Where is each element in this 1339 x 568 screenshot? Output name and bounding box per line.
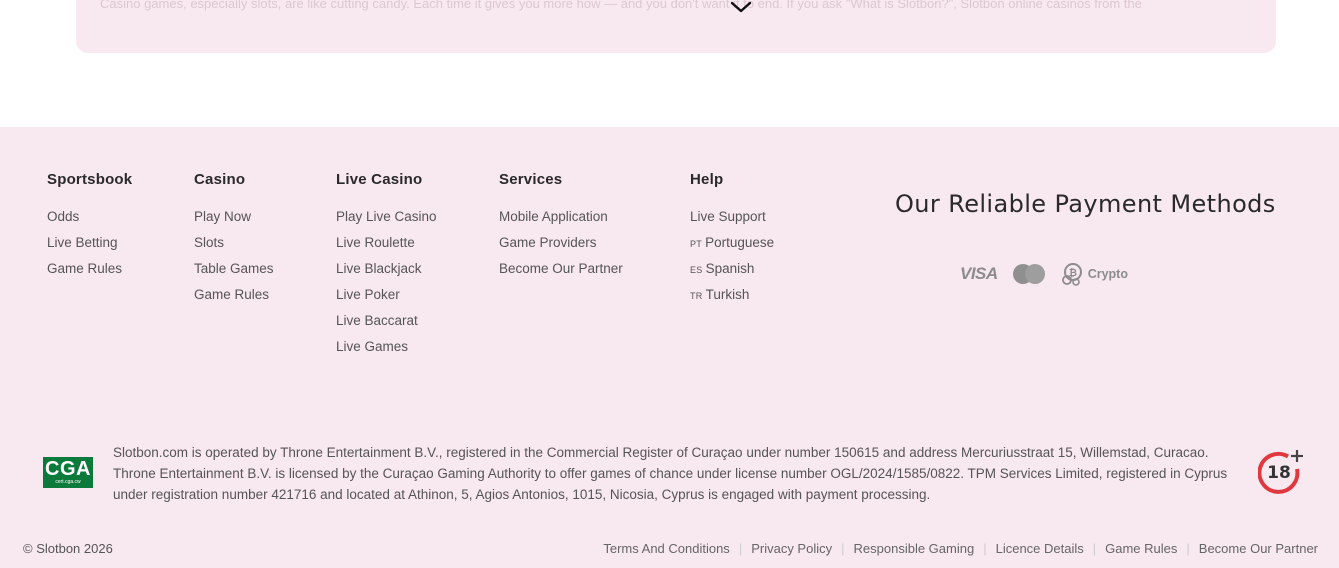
link-separator: | [738, 541, 743, 556]
cga-badge-text: CGA [45, 458, 91, 480]
crypto-coins-icon: ₿ [1061, 263, 1082, 286]
footer-column-sportsbook: Sportsbook Odds Live Betting Game Rules [47, 171, 132, 286]
footer-link[interactable]: Mobile Application [499, 208, 623, 234]
link-separator: | [841, 541, 845, 556]
language-code: ES [690, 265, 703, 275]
footer-link[interactable]: Slots [194, 234, 274, 260]
column-title: Help [690, 171, 724, 188]
footer-link[interactable]: Game Providers [499, 234, 623, 260]
footer-column-live-casino: Live Casino Play Live Casino Live Roulet… [336, 171, 437, 364]
responsible-gaming-link[interactable]: Responsible Gaming [854, 541, 975, 556]
crypto-payment: ₿ Crypto [1061, 262, 1128, 286]
seo-text-line: Casino games, especially slots, are like… [100, 0, 1142, 11]
column-title: Sportsbook [47, 171, 133, 188]
footer-link[interactable]: Game Rules [194, 286, 274, 312]
licence-details-link[interactable]: Licence Details [996, 541, 1084, 556]
footer-link[interactable]: Live Blackjack [336, 260, 437, 286]
footer-link[interactable]: Live Games [336, 338, 437, 364]
age-18-plus-icon: 18 [1258, 450, 1303, 494]
column-title: Services [499, 171, 563, 188]
mastercard-icon [1012, 264, 1045, 284]
footer-link[interactable]: Become Our Partner [499, 260, 623, 286]
seo-text-card: Casino games, especially slots, are like… [76, 0, 1276, 53]
footer-column-services: Services Mobile Application Game Provide… [499, 171, 623, 286]
footer-link[interactable]: Table Games [194, 260, 274, 286]
bottom-links: Terms And Conditions | Privacy Policy | … [603, 541, 1318, 556]
site-footer: Sportsbook Odds Live Betting Game Rules … [0, 127, 1339, 568]
link-label: Turkish [705, 287, 750, 302]
crypto-label: Crypto [1087, 267, 1128, 281]
language-code: PT [690, 239, 703, 249]
license-text: Slotbon.com is operated by Throne Entert… [113, 445, 1228, 502]
terms-link[interactable]: Terms And Conditions [603, 541, 729, 556]
expand-button[interactable] [729, 0, 753, 16]
payment-methods-title: Our Reliable Payment Methods [895, 190, 1276, 218]
cga-badge-url: cert.cga.cw [55, 479, 81, 485]
chevron-down-icon [730, 1, 752, 13]
age-value: 18 [1267, 463, 1291, 483]
language-link-spanish[interactable]: ES Spanish [690, 260, 774, 286]
language-link-portuguese[interactable]: PT Portuguese [690, 234, 774, 260]
language-link-turkish[interactable]: TR Turkish [690, 286, 774, 312]
footer-link[interactable]: Play Now [194, 208, 274, 234]
column-title: Live Casino [336, 171, 423, 188]
payment-methods-row: VISA ₿ Crypto [960, 262, 1128, 286]
link-separator: | [983, 541, 987, 556]
language-code: TR [690, 291, 703, 301]
link-label: Live Support [690, 209, 766, 224]
copyright-text: © Slotbon 2026 [23, 541, 113, 556]
privacy-link[interactable]: Privacy Policy [751, 541, 832, 556]
link-label: Portuguese [705, 235, 775, 250]
link-separator: | [1186, 541, 1190, 556]
footer-link[interactable]: Odds [47, 208, 132, 234]
game-rules-link[interactable]: Game Rules [1105, 541, 1177, 556]
footer-column-help: Help Live Support PT Portuguese ES Spanish… [690, 171, 774, 312]
footer-link[interactable]: Live Poker [336, 286, 437, 312]
footer-column-casino: Casino Play Now Slots Table Games Game R… [194, 171, 274, 312]
footer-link[interactable]: Live Betting [47, 234, 132, 260]
footer-link-live-support[interactable]: Live Support [690, 208, 774, 234]
cga-license-badge[interactable]: CGA cert.cga.cw [43, 457, 93, 488]
link-label: Spanish [705, 261, 755, 276]
column-title: Casino [194, 171, 246, 188]
footer-link[interactable]: Live Baccarat [336, 312, 437, 338]
link-separator: | [1092, 541, 1097, 556]
footer-link[interactable]: Live Roulette [336, 234, 437, 260]
footer-link[interactable]: Play Live Casino [336, 208, 437, 234]
become-partner-link[interactable]: Become Our Partner [1199, 541, 1318, 556]
visa-logo: VISA [960, 264, 998, 283]
footer-link[interactable]: Game Rules [47, 260, 132, 286]
